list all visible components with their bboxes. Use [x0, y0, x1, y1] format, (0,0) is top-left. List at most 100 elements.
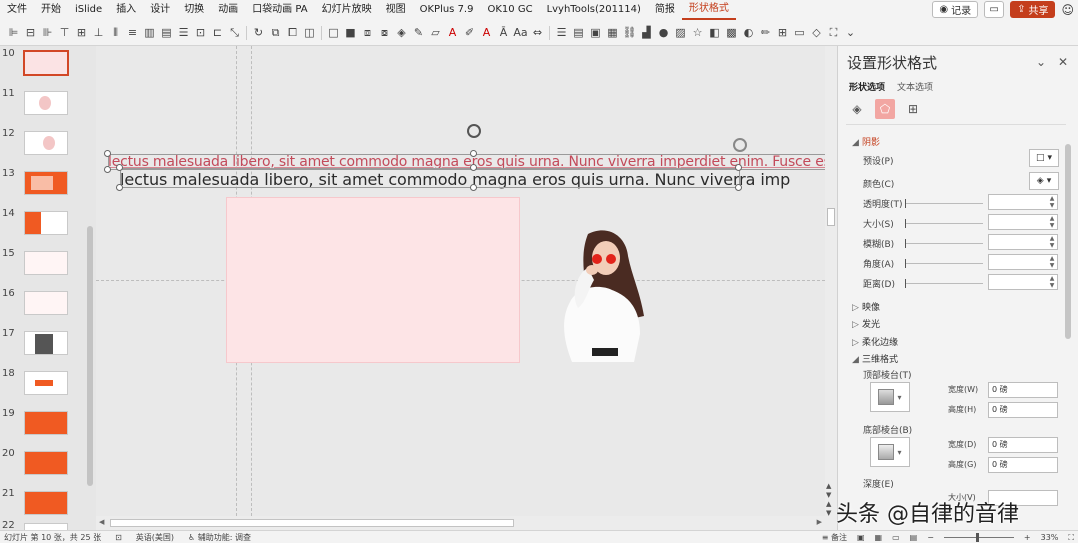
transparency-slider[interactable] [905, 199, 983, 208]
blur-input[interactable]: ▲ ▼ [988, 234, 1058, 250]
section-shadow[interactable]: ◢ 阴影 [852, 135, 880, 148]
resize-handle[interactable] [116, 184, 123, 191]
text-fill-icon[interactable]: A [479, 25, 494, 41]
tab-okplus[interactable]: OKPlus 7.9 [413, 0, 481, 20]
angle-slider[interactable] [905, 259, 983, 268]
gallery-icon[interactable]: ▭ [792, 25, 807, 41]
top-bevel-dropdown[interactable]: ▾ [870, 382, 910, 412]
distance-slider[interactable] [905, 279, 983, 288]
color-dropdown[interactable]: ◈ ▾ [1029, 172, 1059, 190]
canvas-horizontal-scrollbar[interactable]: ◀ ▶ [96, 516, 825, 530]
eyedropper-icon[interactable]: ✎ [411, 25, 426, 41]
image-icon[interactable]: ▨ [673, 25, 688, 41]
grid-icon[interactable]: ⊡ [193, 25, 208, 41]
resize-handle[interactable] [470, 184, 477, 191]
tab-lvyhtools[interactable]: LvyhTools(201114) [540, 0, 648, 20]
zoom-level[interactable]: 33% [1041, 533, 1059, 542]
pane-scrollbar[interactable] [1064, 132, 1072, 522]
resize-handle[interactable] [104, 150, 111, 157]
thumbnail-slide-15[interactable]: 15 [0, 248, 84, 278]
rotate-handle-icon[interactable] [733, 138, 747, 152]
accessibility-status[interactable]: ♿ 辅助功能: 调查 [188, 532, 251, 543]
zoom-in-icon[interactable]: + [1024, 533, 1031, 542]
slide-canvas[interactable]: lectus malesuada libero, sit amet commod… [96, 46, 825, 516]
font-color-icon[interactable]: A [445, 25, 460, 41]
smiley-icon[interactable]: ☺ [1061, 3, 1074, 17]
person-photo[interactable] [548, 224, 648, 364]
tab-design[interactable]: 设计 [143, 0, 177, 20]
section-soft-edges[interactable]: ▷ 柔化边缘 [852, 335, 898, 348]
tab-home[interactable]: 开始 [34, 0, 68, 20]
text-outline-icon[interactable]: Ā [496, 25, 511, 41]
align-middle-icon[interactable]: ⊞ [74, 25, 89, 41]
thumbnail-slide-16[interactable]: 16 [0, 288, 84, 318]
angle-input[interactable]: ▲ ▼ [988, 254, 1058, 270]
align-right-icon[interactable]: ⊪ [40, 25, 55, 41]
language-indicator[interactable]: 英语(美国) [136, 532, 174, 543]
scroll-left-icon[interactable]: ◀ [99, 518, 104, 526]
bottom-bevel-dropdown[interactable]: ▾ [870, 437, 910, 467]
text-box-icon[interactable]: ▣ [588, 25, 603, 41]
tab-shape-options[interactable]: 形状选项 [849, 80, 885, 93]
outline-icon[interactable]: ▱ [428, 25, 443, 41]
share-button[interactable]: ⇪ 共享 [1010, 1, 1056, 18]
highlight-icon[interactable]: ✐ [462, 25, 477, 41]
group-icon[interactable]: ⧉ [268, 25, 283, 41]
layers-icon[interactable]: ◧ [707, 25, 722, 41]
merge-icon[interactable]: ◫ [302, 25, 317, 41]
distribute-h-icon[interactable]: ⫴ [108, 25, 123, 41]
bullets-icon[interactable]: ☰ [554, 25, 569, 41]
align-top-icon[interactable]: ⊤ [57, 25, 72, 41]
transparency-input[interactable]: ▲ ▼ [988, 194, 1058, 210]
rotate-handle-icon[interactable] [467, 124, 481, 138]
resize-icon[interactable]: ⤡ [227, 25, 242, 41]
crop-icon[interactable]: ⊏ [210, 25, 225, 41]
shape-square-icon[interactable]: □ [326, 25, 341, 41]
font-size-icon[interactable]: Aa [513, 25, 528, 41]
resize-handle[interactable] [470, 150, 477, 157]
align-center-icon[interactable]: ⊟ [23, 25, 38, 41]
section-glow[interactable]: ▷ 发光 [852, 317, 880, 330]
distance-input[interactable]: ▲ ▼ [988, 274, 1058, 290]
thumbnail-slide-19[interactable]: 19 [0, 408, 84, 438]
notes-button[interactable]: ≡ 备注 [822, 532, 847, 543]
tab-briefing[interactable]: 简报 [648, 0, 682, 20]
scroll-right-icon[interactable]: ▶ [817, 518, 822, 526]
slide-sorter-icon[interactable]: ▦ [875, 533, 883, 542]
bottom-bevel-width-input[interactable]: 0 磅 [988, 437, 1058, 453]
thumbnail-slide-20[interactable]: 20 [0, 448, 84, 478]
scroll-arrows-icon[interactable]: ▲ ▼ ▲ ▼ [826, 482, 831, 518]
distribute-v-icon[interactable]: ≡ [125, 25, 140, 41]
shape-fill-icon[interactable]: ■ [343, 25, 358, 41]
canvas-vertical-scrollbar[interactable]: ▲ ▼ ▲ ▼ [825, 46, 837, 530]
brush-icon[interactable]: ✏ [758, 25, 773, 41]
size-slider[interactable] [905, 219, 983, 228]
top-bevel-height-input[interactable]: 0 磅 [988, 402, 1058, 418]
normal-view-icon[interactable]: ▣ [857, 533, 865, 542]
thumbnails-scrollbar[interactable] [85, 46, 95, 530]
tab-shape-format[interactable]: 形状格式 [681, 0, 736, 20]
close-icon[interactable]: ✕ [1058, 55, 1068, 69]
diamond-icon[interactable]: ◇ [809, 25, 824, 41]
slideshow-icon[interactable]: ▤ [910, 533, 918, 542]
star-icon[interactable]: ☆ [690, 25, 705, 41]
spellcheck-icon[interactable]: ⊡ [115, 533, 122, 542]
tab-view[interactable]: 视图 [379, 0, 413, 20]
resize-handle[interactable] [116, 164, 123, 171]
thumbnail-slide-11[interactable]: 11 [0, 88, 84, 118]
columns-icon[interactable]: ▥ [142, 25, 157, 41]
record-button[interactable]: ◉ 记录 [932, 1, 979, 18]
send-back-icon[interactable]: ⧇ [377, 25, 392, 41]
tab-animations[interactable]: 动画 [211, 0, 245, 20]
link-icon[interactable]: ⛓ [622, 25, 637, 41]
thumbnail-slide-17[interactable]: 17 [0, 328, 84, 358]
thumbnail-slide-14[interactable]: 14 [0, 208, 84, 238]
stack-icon[interactable]: ☰ [176, 25, 191, 41]
comments-button[interactable]: ▭ [984, 1, 1005, 18]
tab-slideshow[interactable]: 幻灯片放映 [315, 0, 379, 20]
section-reflection[interactable]: ▷ 映像 [852, 300, 880, 313]
tab-islide[interactable]: iSlide [68, 0, 109, 20]
thumbnail-slide-22[interactable]: 22 [0, 520, 84, 530]
bars-icon[interactable]: ▤ [159, 25, 174, 41]
picture-icon[interactable]: ⛶ [826, 25, 841, 41]
